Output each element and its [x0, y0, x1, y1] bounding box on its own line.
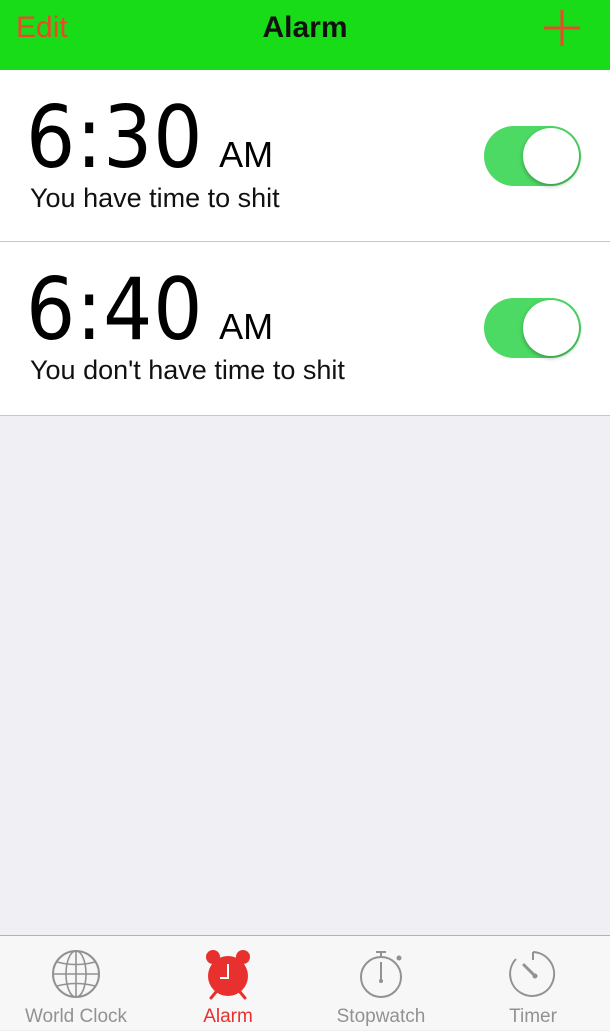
tab-label: Alarm [203, 1006, 253, 1027]
tab-world-clock[interactable]: World Clock [0, 936, 152, 1031]
alarm-row[interactable]: 6:30 AM You have time to shit [0, 70, 610, 242]
alarm-list: 6:30 AM You have time to shit 6:40 AM You … [0, 70, 610, 416]
add-alarm-button[interactable] [540, 6, 584, 50]
timer-icon [509, 951, 556, 997]
tab-label: World Clock [24, 1006, 128, 1027]
tab-stopwatch[interactable]: Stopwatch [305, 936, 457, 1031]
alarm-time: 6:30 AM [26, 88, 273, 188]
alarm-time-digits: 6:40 [26, 260, 204, 360]
alarm-label: You have time to shit [30, 183, 280, 213]
alarm-toggle[interactable] [484, 298, 581, 358]
alarm-time: 6:40 AM [26, 260, 273, 360]
tab-timer[interactable]: Timer [457, 936, 609, 1031]
tab-label: Timer [509, 1006, 557, 1027]
toggle-knob [523, 300, 579, 356]
alarm-clock-icon [206, 950, 250, 1000]
alarm-toggle[interactable] [484, 126, 581, 186]
stopwatch-icon [360, 951, 402, 998]
page-title: Alarm [262, 11, 348, 44]
alarm-label: You don't have time to shit [30, 355, 345, 385]
toggle-knob [523, 128, 579, 184]
nav-bar: Edit Alarm [0, 0, 610, 70]
plus-icon [544, 10, 580, 46]
alarm-time-digits: 6:30 [26, 88, 204, 188]
tab-label: Stopwatch [336, 1006, 426, 1027]
globe-icon [52, 950, 100, 998]
alarm-time-ampm: AM [219, 306, 274, 347]
alarm-time-ampm: AM [219, 134, 274, 175]
tab-alarm[interactable]: Alarm [152, 936, 304, 1031]
tab-bar: World Clock Alarm Stopwatch Timer [0, 935, 610, 1030]
alarm-row[interactable]: 6:40 AM You don't have time to shit [0, 242, 610, 416]
